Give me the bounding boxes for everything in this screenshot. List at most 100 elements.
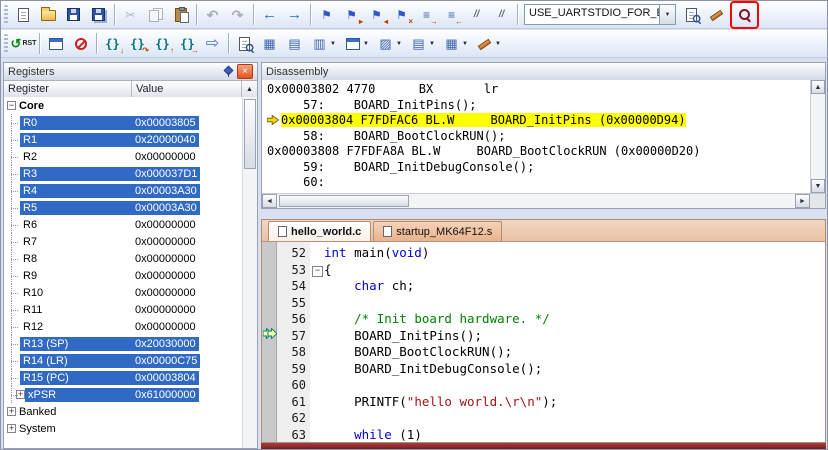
variables-window-button[interactable]: ▥▼	[307, 32, 340, 56]
fold-margin-row[interactable]	[310, 377, 324, 394]
register-row[interactable]: R90x00000000	[4, 267, 242, 284]
code-line[interactable]: BOARD_InitPins();	[324, 328, 825, 345]
disassembly-hscrollbar-track[interactable]	[277, 194, 795, 208]
code-line[interactable]: int main(void)	[324, 245, 825, 262]
register-row[interactable]: R30x000037D1	[4, 165, 242, 182]
register-window-button[interactable]: ▤	[282, 32, 307, 56]
cut-button[interactable]: ✂	[118, 3, 143, 27]
redo-button[interactable]: ↷	[225, 3, 250, 27]
combo-dropdown-button[interactable]: ▼	[659, 5, 675, 24]
marker-margin-row[interactable]	[262, 361, 276, 378]
memory-window-button[interactable]: ▦	[257, 32, 282, 56]
comment-button[interactable]: //	[464, 3, 489, 27]
disassembly-scroll-up-button[interactable]: ▲	[811, 80, 825, 94]
fold-margin-row[interactable]	[310, 361, 324, 378]
register-row[interactable]: R60x00000000	[4, 216, 242, 233]
fold-collapse-icon[interactable]: −	[312, 266, 323, 277]
register-row[interactable]: R20x00000000	[4, 148, 242, 165]
watch-window-button[interactable]	[232, 32, 257, 56]
register-row[interactable]: R70x00000000	[4, 233, 242, 250]
fold-margin-row[interactable]: −	[310, 262, 324, 279]
code-line[interactable]	[324, 410, 825, 427]
disassembly-scroll-right-button[interactable]: ►	[795, 194, 810, 208]
marker-margin-row[interactable]	[262, 311, 276, 328]
line-number[interactable]: 56	[277, 311, 306, 328]
disassembly-horizontal-scrollbar[interactable]: ◄ ►	[262, 193, 825, 208]
marker-margin-row[interactable]	[262, 245, 276, 262]
marker-margin-row[interactable]	[262, 262, 276, 279]
fold-margin-row[interactable]	[310, 278, 324, 295]
code-line[interactable]: /* Init board hardware. */	[324, 311, 825, 328]
line-number[interactable]: 57	[277, 328, 306, 345]
close-panel-button[interactable]: ×	[237, 64, 253, 79]
build-tool-button[interactable]	[704, 3, 729, 27]
outdent-button[interactable]: ≡←	[439, 3, 464, 27]
line-number[interactable]: 59	[277, 361, 306, 378]
navigate-forward-button[interactable]: →	[282, 3, 307, 27]
register-row[interactable]: +Banked	[4, 403, 242, 420]
register-row[interactable]: R00x00003805	[4, 114, 242, 131]
marker-margin-row[interactable]	[262, 278, 276, 295]
code-editor[interactable]: 525354555657585960616263 − int main(void…	[262, 242, 825, 442]
toolbar-grip[interactable]	[4, 5, 8, 25]
fold-margin-row[interactable]	[310, 328, 324, 345]
fold-margin-row[interactable]	[310, 245, 324, 262]
line-number[interactable]: 55	[277, 295, 306, 312]
code-line[interactable]	[324, 295, 825, 312]
line-number[interactable]: 58	[277, 344, 306, 361]
fold-margin[interactable]: −	[310, 242, 324, 442]
disassembly-scrollbar-track[interactable]	[811, 94, 825, 179]
fold-margin-row[interactable]	[310, 295, 324, 312]
code-line[interactable]: char ch;	[324, 278, 825, 295]
register-row[interactable]: R50x00003A30	[4, 199, 242, 216]
tab-startup-mk64f12-s[interactable]: startup_MK64F12.s	[373, 221, 502, 241]
register-row[interactable]: R10x20000040	[4, 131, 242, 148]
register-row[interactable]: +xPSR0x61000000	[4, 386, 242, 403]
collapse-icon[interactable]: −	[7, 101, 16, 110]
memory-view-button[interactable]: ▨▼	[373, 32, 406, 56]
marker-margin-row[interactable]	[262, 295, 276, 312]
marker-margin-row[interactable]	[262, 377, 276, 394]
marker-margin-row[interactable]	[262, 344, 276, 361]
registers-scroll-up-button[interactable]: ▲	[242, 81, 257, 98]
build-config-combo[interactable]: USE_UARTSTDIO_FOR_EF▼	[524, 4, 676, 25]
value-column-header[interactable]: Value	[132, 81, 242, 98]
open-file-button[interactable]	[36, 3, 61, 27]
register-row[interactable]: R13 (SP)0x20030000	[4, 335, 242, 352]
toggle-bookmark-button[interactable]: ⚑	[314, 3, 339, 27]
register-column-header[interactable]: Register	[4, 81, 132, 98]
disassembly-line[interactable]: 58: BOARD_BootClockRUN();	[262, 129, 810, 145]
register-row[interactable]: R14 (LR)0x00000C75	[4, 352, 242, 369]
line-number[interactable]: 61	[277, 394, 306, 411]
navigate-back-button[interactable]: ←	[257, 3, 282, 27]
line-number[interactable]: 60	[277, 377, 306, 394]
code-line[interactable]: {	[324, 262, 825, 279]
disassembly-line[interactable]: 0x00003808 F7FDFA8A BL.W BOARD_BootClock…	[262, 144, 810, 160]
line-number[interactable]: 54	[277, 278, 306, 295]
disassembly-view[interactable]: 0x00003802 4770 BX lr 57: BOARD_InitPins…	[262, 80, 825, 193]
clear-bookmarks-button[interactable]: ⚑×	[389, 3, 414, 27]
registers-scrollbar[interactable]	[242, 97, 257, 448]
copy-button[interactable]	[143, 3, 168, 27]
disassembly-line[interactable]: 0x00003804 F7FDFAC6 BL.W BOARD_InitPins …	[262, 113, 810, 129]
fold-margin-row[interactable]	[310, 311, 324, 328]
code-line[interactable]: PRINTF("hello world.\r\n");	[324, 394, 825, 411]
register-row[interactable]: R40x00003A30	[4, 182, 242, 199]
fold-margin-row[interactable]	[310, 394, 324, 411]
fold-margin-row[interactable]	[310, 344, 324, 361]
register-row[interactable]: R80x00000000	[4, 250, 242, 267]
marker-margin-row[interactable]	[262, 394, 276, 411]
code-line[interactable]	[324, 377, 825, 394]
peripherals-window-button[interactable]: ▤▼	[406, 32, 439, 56]
code-area[interactable]: int main(void){ char ch; /* Init board h…	[324, 242, 825, 442]
next-bookmark-button[interactable]: ⚑▸	[339, 3, 364, 27]
uncomment-button[interactable]: //	[489, 3, 514, 27]
run-to-cursor-button[interactable]: {}→	[175, 32, 200, 56]
marker-margin-row[interactable]	[262, 410, 276, 427]
marker-margin[interactable]	[262, 242, 277, 442]
indent-button[interactable]: ≡→	[414, 3, 439, 27]
line-number[interactable]: 53	[277, 262, 306, 279]
tab-hello-world-c[interactable]: hello_world.c	[268, 221, 371, 241]
marker-margin-row[interactable]	[262, 328, 276, 345]
inspect-button[interactable]	[732, 3, 757, 27]
